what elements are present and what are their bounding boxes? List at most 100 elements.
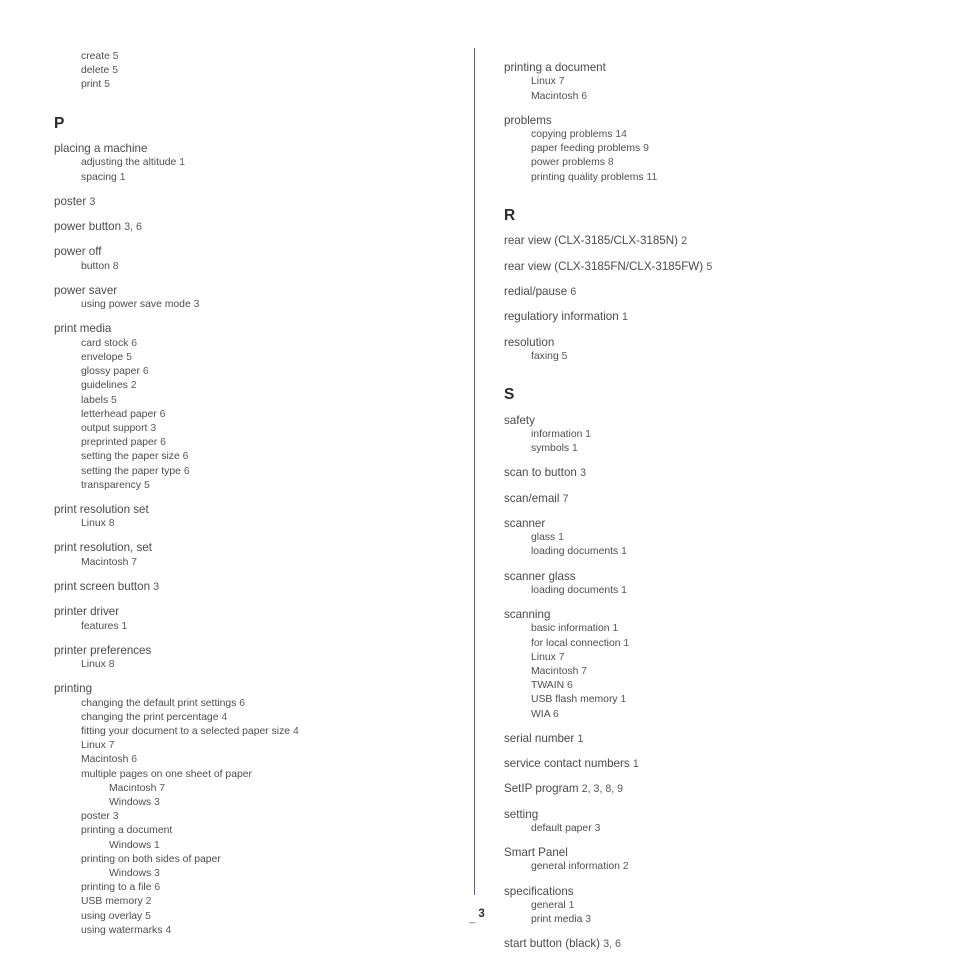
index-entry: print screen button 3	[54, 580, 454, 594]
index-entry-page-number: 6	[160, 437, 166, 449]
index-entry-label: print	[81, 79, 102, 91]
index-entry-label: Macintosh	[81, 754, 129, 766]
index-entry-label: using watermarks	[81, 924, 163, 936]
index-entry-page-number: 3	[594, 822, 601, 834]
index-entry-label: symbols	[531, 443, 570, 454]
index-subentry: button 8	[81, 260, 454, 273]
index-entry: power saver	[54, 284, 454, 297]
index-subentry: for local connection 1	[531, 637, 904, 650]
index-entry: scan to button 3	[504, 466, 904, 480]
index-entry: resolution	[504, 336, 904, 349]
index-subentry: envelope 5	[81, 351, 454, 364]
index-subentry: print 5	[81, 78, 454, 91]
index-subentry: using power save mode 3	[81, 298, 454, 311]
index-entry-page-number: 3	[154, 867, 160, 879]
page-footer: _ 3	[0, 908, 954, 924]
index-entry: print media	[54, 322, 454, 335]
index-subentry: Macintosh 7	[109, 782, 454, 795]
index-entry-label: setting	[504, 807, 539, 821]
index-entry-page-number: 5	[111, 394, 117, 406]
index-entry-label: spacing	[81, 171, 117, 183]
index-entry-label: Macintosh	[531, 90, 579, 102]
index-entry-label: labels	[81, 394, 109, 406]
index-subentry: spacing 1	[81, 171, 454, 184]
section-letter-r: R	[504, 206, 516, 224]
index-entry-label: card stock	[81, 337, 129, 349]
index-entry-label: changing the print percentage	[81, 711, 219, 723]
index-entry-label: scanner glass	[504, 569, 576, 583]
index-subentry: setting the paper size 6	[81, 450, 454, 463]
index-entry-page-number: 1	[632, 758, 639, 771]
index-entry-page-number: 6	[183, 465, 190, 477]
index-entry-label: placing a machine	[54, 142, 148, 156]
index-entry: placing a machine	[54, 142, 454, 155]
index-entry-page-number: 1	[119, 171, 126, 183]
index-entry-label: printing	[54, 682, 93, 696]
index-entry-page-number: 14	[615, 129, 627, 140]
index-subentry: guidelines 2	[81, 379, 454, 392]
index-entry-page-number: 8	[112, 260, 119, 272]
index-subentry: Macintosh 7	[531, 665, 904, 678]
section-letter-p: P	[54, 114, 65, 132]
index-subentry: Windows 1	[109, 839, 454, 852]
index-entry-page-number: 5	[126, 351, 132, 363]
index-entry-page-number: 1	[577, 732, 584, 745]
index-entry: scanning	[504, 608, 904, 621]
index-entry: rear view (CLX-3185FN/CLX-3185FW) 5	[504, 260, 904, 274]
index-entry-label: resolution	[504, 335, 555, 349]
index-entry-page-number: 5	[112, 51, 119, 62]
index-entry-page-number: 6	[131, 754, 138, 766]
index-entry-page-number: 8	[108, 518, 115, 530]
index-entry-label: Macintosh	[109, 782, 157, 794]
index-subentry: using watermarks 4	[81, 924, 454, 937]
index-entry: printing a document	[504, 61, 904, 74]
index-subentry: adjusting the altitude 1	[81, 156, 454, 169]
index-entry-page-number: 6	[566, 680, 573, 692]
index-entry-label: setting the paper size	[81, 451, 180, 463]
index-entry-label: guidelines	[81, 380, 128, 392]
index-entry-page-number: 11	[646, 171, 658, 183]
index-entry-label: Linux	[81, 740, 106, 752]
index-entry-label: copying problems	[531, 129, 613, 140]
index-entry-label: printing a document	[81, 825, 173, 837]
index-subentry: Linux 8	[81, 517, 454, 530]
index-entry-page-number: 7	[131, 556, 138, 568]
index-entry-label: setting the paper type	[81, 465, 181, 477]
index-entry-label: Linux	[531, 76, 556, 88]
index-entry: setting	[504, 808, 904, 821]
index-entry-label: multiple pages on one sheet of paper	[81, 768, 252, 780]
index-entry: power button 3, 6	[54, 220, 454, 234]
index-subentry: changing the print percentage 4	[81, 711, 454, 724]
index-entry-page-number: 3	[153, 580, 160, 593]
index-subentry: printing quality problems 11	[531, 171, 904, 184]
index-subentry: printing a document	[81, 824, 454, 837]
index-entry-label: adjusting the altitude	[81, 157, 177, 169]
index-entry: printing	[54, 682, 454, 695]
index-entry-label: scan/email	[504, 491, 560, 505]
index-subentry: loading documents 1	[531, 545, 904, 558]
index-entry-page-number: 3	[154, 796, 160, 808]
index-subentry: letterhead paper 6	[81, 408, 454, 421]
index-entry-page-number: 7	[558, 651, 565, 663]
index-entry-page-number: 6	[154, 882, 161, 894]
index-subentry: Linux 8	[81, 658, 454, 671]
index-subentry: Macintosh 7	[81, 556, 454, 569]
index-subentry: Windows 3	[109, 867, 454, 880]
index-entry-page-number: 3, 6	[603, 938, 621, 951]
index-subentry: glossy paper 6	[81, 365, 454, 378]
section-letter-s: S	[504, 386, 515, 403]
index-subentry: printing on both sides of paper	[81, 853, 454, 866]
index-entry-page-number: 2	[130, 380, 137, 392]
index-entry: scan/email 7	[504, 492, 904, 506]
index-subentry: WIA 6	[531, 708, 904, 721]
index-entry-label: envelope	[81, 351, 124, 363]
index-subentry: basic information 1	[531, 622, 904, 635]
index-entry-page-number: 2	[681, 235, 688, 248]
index-entry-page-number: 1	[621, 311, 628, 324]
index-entry-page-number: 9	[643, 143, 649, 155]
index-entry-label: power off	[54, 245, 102, 259]
index-entry-page-number: 2	[145, 896, 152, 908]
index-subentry: TWAIN 6	[531, 679, 904, 692]
index-subentry: Macintosh 6	[81, 753, 454, 766]
index-subentry: preprinted paper 6	[81, 436, 454, 449]
